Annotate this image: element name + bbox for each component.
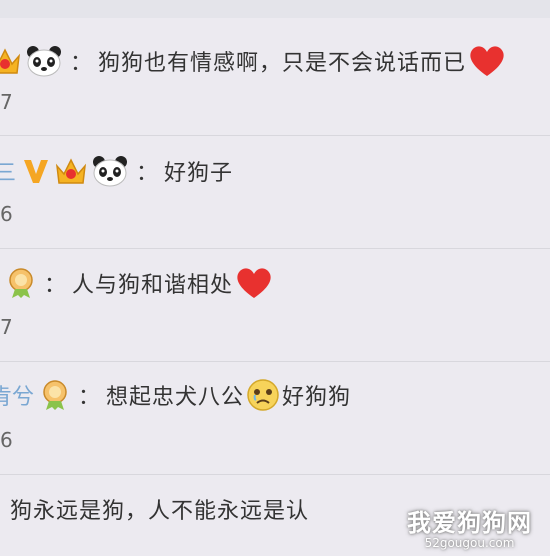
watermark-url: 52gougou.com [424, 536, 515, 550]
top-band [0, 0, 550, 18]
medal-badge-icon [40, 379, 70, 411]
vip-v-icon [22, 157, 50, 185]
comment-row: ： 狗狗也有情感啊，只是不会说话而已 7 [0, 18, 550, 136]
comment-meta: 7 [0, 90, 13, 114]
heart-emoji-icon [468, 44, 506, 78]
comment-meta: 6 [0, 202, 13, 226]
colon-separator: ： [136, 161, 159, 186]
sad-face-emoji-icon [246, 378, 280, 412]
panda-emoji-icon [92, 155, 128, 187]
medal-badge-icon [6, 267, 36, 299]
comment-text: 好狗子 [164, 161, 234, 186]
colon-separator: ： [44, 273, 67, 298]
username-link[interactable]: 肯兮 [0, 379, 34, 411]
colon-separator: ： [70, 51, 93, 76]
heart-emoji-icon [235, 266, 273, 300]
crown-badge-icon [54, 156, 88, 186]
comment-meta: 6 [0, 428, 13, 452]
colon-separator: ： [78, 385, 101, 410]
username-link[interactable]: 三 [0, 155, 16, 187]
comment-text-continued: 好狗狗 [282, 385, 352, 410]
comment-row: 肯兮 ： 想起忠犬八公 好狗狗 6 [0, 362, 550, 475]
panda-emoji-icon [26, 45, 62, 77]
comment-text: 狗永远是狗，人不能永远是认 [10, 499, 310, 524]
comment-text: 想起忠犬八公 [106, 385, 245, 410]
watermark-title: 我爱狗狗网 [407, 509, 532, 537]
comment-row: 三 ： 好狗子 6 [0, 136, 550, 249]
comment-meta: 7 [0, 315, 13, 339]
comment-text: 狗狗也有情感啊，只是不会说话而已 [98, 51, 467, 76]
site-watermark: 我爱狗狗网 52gougou.com [407, 503, 532, 550]
crown-badge-icon [0, 46, 22, 76]
comment-text: 人与狗和谐相处 [72, 273, 234, 298]
comment-row: ： 人与狗和谐相处 7 [0, 249, 550, 362]
